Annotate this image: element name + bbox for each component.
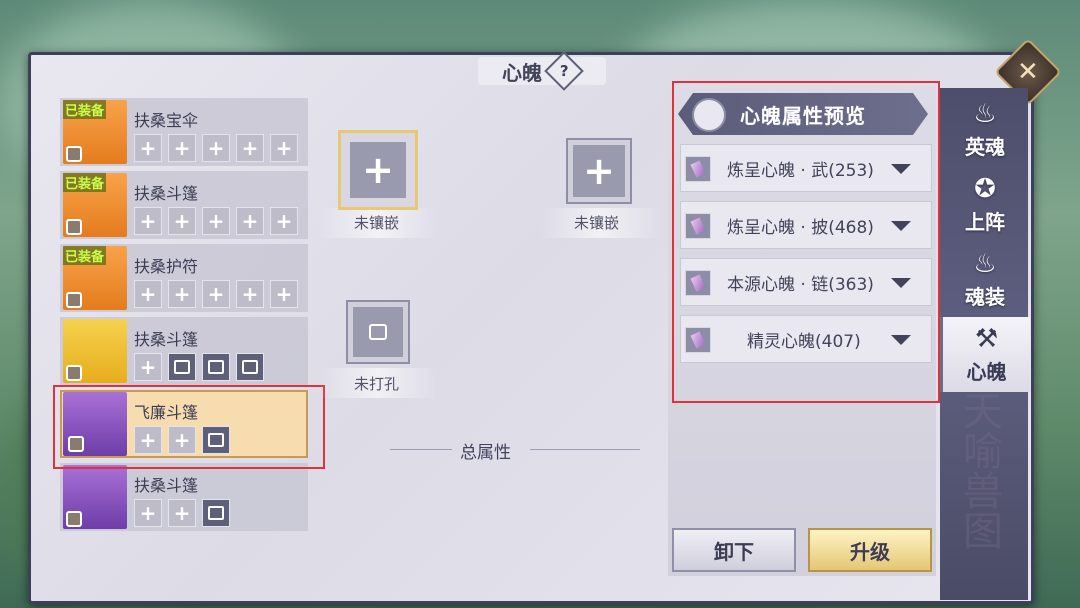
socket-slot-2[interactable]: + (566, 138, 632, 204)
equipment-name: 扶桑宝伞 (134, 111, 199, 130)
slot-row: + + + + + (134, 280, 298, 308)
lock-icon (66, 292, 82, 308)
locked-slot-icon (236, 353, 264, 381)
locked-slot-icon (168, 353, 196, 381)
equipment-name: 扶桑斗篷 (134, 330, 199, 349)
decor-calligraphy: 天喻兽图 (956, 390, 1002, 550)
add-slot-icon[interactable]: + (134, 499, 162, 527)
add-slot-icon[interactable]: + (134, 280, 162, 308)
equipment-item[interactable]: 已装备 扶桑宝伞 + + + + + (60, 98, 308, 166)
equipment-name: 扶桑斗篷 (134, 184, 199, 203)
add-slot-icon[interactable]: + (202, 207, 230, 235)
divider (530, 449, 640, 450)
add-slot-icon[interactable]: + (168, 207, 196, 235)
socket-slot-1[interactable]: + (338, 130, 418, 210)
lock-icon (66, 365, 82, 381)
add-slot-icon[interactable]: + (168, 280, 196, 308)
pentagram-icon: ✪ (974, 174, 996, 204)
divider (390, 449, 452, 450)
tab-lineup[interactable]: ✪ 上阵 (940, 167, 1030, 242)
highlight-preview (672, 81, 940, 403)
add-slot-icon[interactable]: + (202, 280, 230, 308)
equipment-name: 扶桑斗篷 (134, 476, 199, 495)
slot-row: + + + + + (134, 134, 298, 162)
flame-icon: ♨ (973, 99, 997, 129)
lock-icon (66, 511, 82, 527)
unequip-button[interactable]: 卸下 (672, 528, 796, 572)
lock-icon (66, 146, 82, 162)
flame-icon: ♨ (973, 249, 997, 279)
title-bar: 心魄 ? (470, 51, 584, 91)
hammer-anvil-icon: ⚒ (974, 324, 999, 354)
tab-soul-equip[interactable]: ♨ 魂装 (940, 242, 1030, 317)
locked-slot-icon (202, 499, 230, 527)
total-attributes-label: 总属性 (460, 443, 511, 463)
socket-1-label: 未镶嵌 (354, 214, 400, 232)
equipment-item[interactable]: 扶桑斗篷 + (60, 317, 308, 385)
equipment-item[interactable]: 已装备 扶桑护符 + + + + + (60, 244, 308, 312)
socket-slot-3[interactable] (346, 300, 410, 364)
slot-row: + (134, 353, 264, 381)
add-slot-icon[interactable]: + (236, 134, 264, 162)
upgrade-button[interactable]: 升级 (808, 528, 932, 572)
close-icon: ✕ (1017, 56, 1039, 87)
highlight-selected-item (53, 385, 325, 469)
add-slot-icon[interactable]: + (168, 134, 196, 162)
plus-icon: + (573, 145, 625, 197)
slot-row: + + (134, 499, 230, 527)
locked-slot-icon (202, 353, 230, 381)
add-slot-icon[interactable]: + (270, 207, 298, 235)
equipment-name: 扶桑护符 (134, 257, 199, 276)
side-tabs: ♨ 英魂 ✪ 上阵 ♨ 魂装 ⚒ 心魄 (940, 92, 1030, 392)
lock-icon (353, 307, 403, 357)
add-slot-icon[interactable]: + (134, 207, 162, 235)
tab-hero-soul[interactable]: ♨ 英魂 (940, 92, 1030, 167)
equipment-item[interactable]: 已装备 扶桑斗篷 + + + + + (60, 171, 308, 239)
socket-3-label: 未打孔 (354, 375, 400, 393)
equipped-badge: 已装备 (63, 100, 107, 119)
add-slot-icon[interactable]: + (270, 134, 298, 162)
equipped-badge: 已装备 (63, 246, 107, 265)
tab-heart-soul[interactable]: ⚒ 心魄 (940, 317, 1030, 392)
lock-icon (66, 219, 82, 235)
help-icon[interactable]: ? (544, 51, 584, 91)
add-slot-icon[interactable]: + (236, 280, 264, 308)
equipped-badge: 已装备 (63, 173, 107, 192)
page-title: 心魄 (502, 60, 542, 85)
equipment-list: 已装备 扶桑宝伞 + + + + + 已装备 扶桑斗篷 + + + + + 已装备 扶桑护符 +… (60, 98, 308, 536)
slot-row: + + + + + (134, 207, 298, 235)
add-slot-icon[interactable]: + (168, 499, 196, 527)
plus-icon: + (350, 142, 406, 198)
add-slot-icon[interactable]: + (236, 207, 264, 235)
add-slot-icon[interactable]: + (134, 353, 162, 381)
add-slot-icon[interactable]: + (202, 134, 230, 162)
equipment-item[interactable]: 扶桑斗篷 + + (60, 463, 308, 531)
add-slot-icon[interactable]: + (134, 134, 162, 162)
socket-2-label: 未镶嵌 (574, 214, 620, 232)
add-slot-icon[interactable]: + (270, 280, 298, 308)
